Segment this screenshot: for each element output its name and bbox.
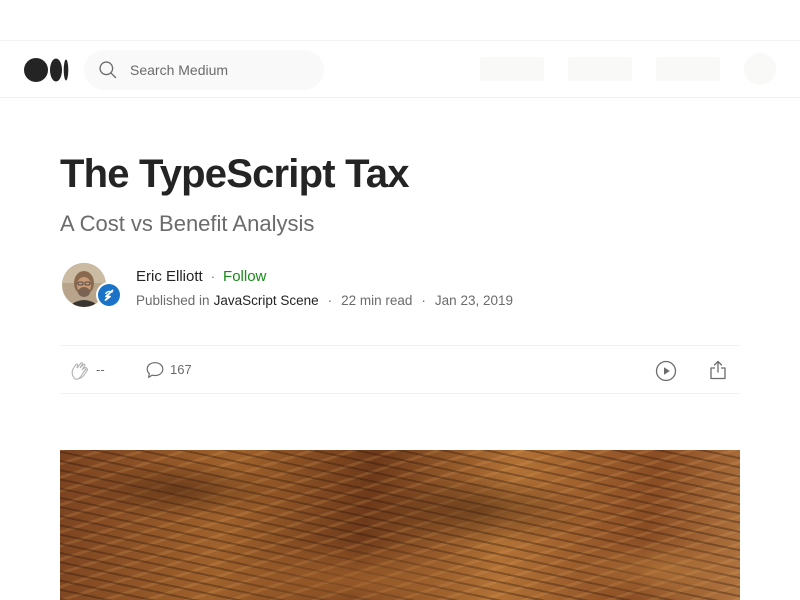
search-input[interactable] [130,60,310,80]
nav-placeholder-3 [656,57,720,81]
article-hero-image [60,450,740,600]
separator-dot: · [327,293,333,308]
article-action-bar: -- 167 [60,345,740,394]
publication-meta: Published in JavaScript Scene · 22 min r… [136,293,513,308]
publication-badge[interactable] [96,282,122,308]
author-line: Eric Elliott · Follow [136,268,266,285]
article-title: The TypeScript Tax [60,152,409,196]
medium-logo[interactable] [24,57,70,83]
article-subtitle: A Cost vs Benefit Analysis [60,211,315,236]
javascript-scene-logo-icon [104,289,114,301]
share-icon[interactable] [706,358,730,382]
nav-placeholder-1 [480,57,544,81]
separator-dot: · [421,293,426,308]
nav-placeholder-2 [568,57,632,81]
publish-date: Jan 23, 2019 [434,293,513,308]
published-in-label: Published in [136,293,210,308]
search-icon [99,61,117,79]
comment-icon[interactable] [144,359,166,381]
user-avatar-placeholder[interactable] [744,53,776,85]
read-time: 22 min read [341,293,413,308]
separator-dot: · [210,269,216,284]
clap-icon[interactable] [68,359,92,383]
top-navigation-bar [0,40,800,98]
clap-count: -- [96,362,105,377]
follow-button[interactable]: Follow [223,268,266,285]
publication-link[interactable]: JavaScript Scene [214,293,319,308]
play-icon[interactable] [654,359,678,383]
comment-count: 167 [170,362,192,377]
author-name[interactable]: Eric Elliott [136,268,203,285]
search-box[interactable] [84,50,324,90]
